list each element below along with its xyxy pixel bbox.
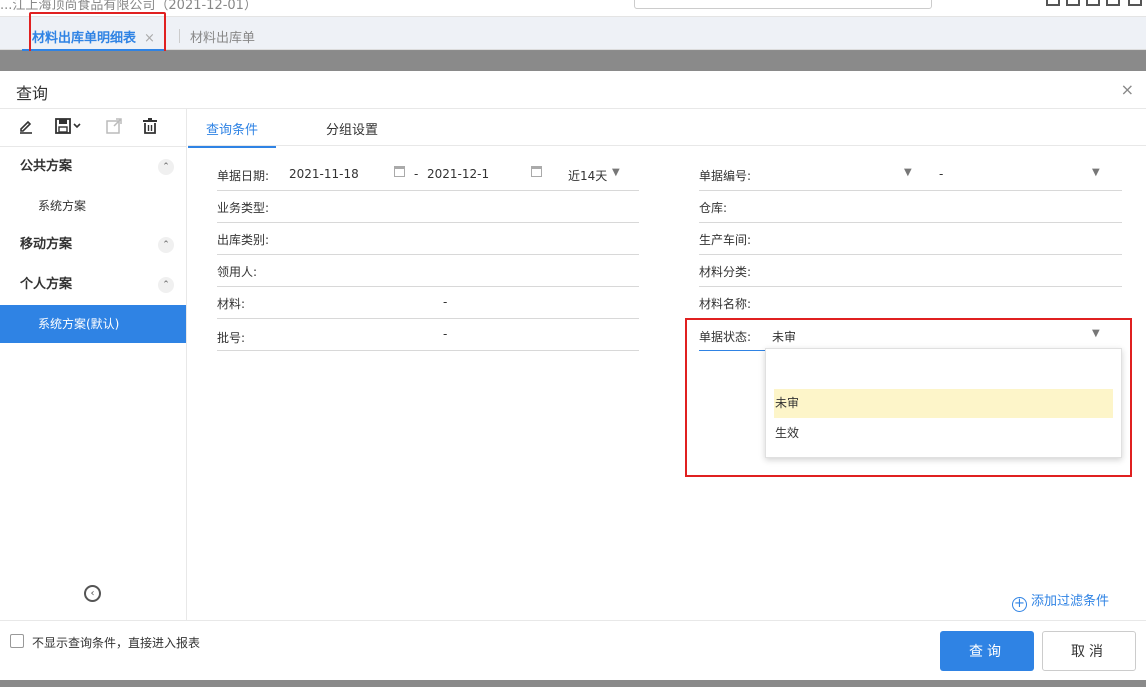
dialog-title: 查询	[16, 84, 49, 103]
dialog-footer: 不显示查询条件，直接进入报表 查询 取消	[0, 620, 1146, 680]
tab-group-settings[interactable]: 分组设置	[326, 119, 378, 138]
skip-conditions-checkbox[interactable]	[10, 634, 24, 648]
save-icon[interactable]	[55, 118, 83, 138]
material-field[interactable]: 材料: -	[217, 287, 639, 319]
doc-no-field: 单据编号: ▼ - ▼	[699, 159, 1122, 191]
share-icon[interactable]	[106, 118, 122, 138]
doc-status-value[interactable]: 未审	[772, 328, 796, 345]
date-preset-select[interactable]: 近14天	[568, 167, 607, 184]
close-icon[interactable]: ×	[144, 31, 155, 46]
dimmed-table	[0, 680, 1146, 687]
query-button[interactable]: 查询	[940, 631, 1034, 671]
field-label: 单据编号:	[699, 169, 752, 183]
group-label: 个人方案	[20, 277, 73, 292]
add-filter-label: 添加过滤条件	[1031, 594, 1110, 609]
dropdown-option-unaudited[interactable]: 未审	[774, 389, 1113, 418]
close-icon[interactable]: ×	[1121, 80, 1134, 99]
field-label: 批号:	[217, 331, 246, 345]
tab-divider	[179, 29, 180, 43]
add-filter-button[interactable]: + 添加过滤条件	[1012, 590, 1109, 612]
group-label: 移动方案	[20, 237, 73, 252]
delete-icon[interactable]	[142, 118, 158, 138]
field-label: 领用人:	[217, 265, 258, 279]
cancel-button[interactable]: 取消	[1042, 631, 1136, 671]
chevron-up-icon[interactable]: ⌃	[158, 159, 174, 175]
edit-icon[interactable]	[18, 118, 34, 138]
range-separator: -	[443, 327, 448, 341]
link-icon[interactable]	[1106, 0, 1120, 6]
field-label: 业务类型:	[217, 201, 270, 215]
chevron-down-icon[interactable]: ▼	[904, 167, 912, 178]
scheme-item-system[interactable]: 系统方案	[0, 187, 186, 225]
doc-status-field[interactable]: 单据状态: 未审 ▼	[699, 319, 1122, 351]
date-from-input[interactable]: 2021-11-18	[289, 167, 359, 181]
scheme-toolbar	[0, 109, 186, 147]
app-header: ...江上海顶尚食品有限公司（2021-12-01）	[0, 0, 1146, 17]
field-label: 生产车间:	[699, 233, 752, 247]
field-label: 仓库:	[699, 201, 728, 215]
range-separator: -	[939, 167, 944, 181]
check-icon[interactable]	[1086, 0, 1100, 6]
date-separator: -	[414, 167, 419, 181]
receiver-field[interactable]: 领用人:	[217, 255, 639, 287]
field-label: 单据状态:	[699, 330, 752, 344]
tab-query-conditions[interactable]: 查询条件	[188, 119, 277, 148]
chevron-up-icon[interactable]: ⌃	[158, 237, 174, 253]
global-search-input[interactable]	[634, 0, 932, 9]
group-label: 公共方案	[20, 159, 73, 174]
dropdown-option-effective[interactable]: 生效	[774, 419, 1113, 448]
tab-material-out-detail[interactable]: 材料出库单明细表 ×	[22, 27, 165, 51]
field-label: 材料分类:	[699, 265, 752, 279]
range-separator: -	[443, 295, 448, 309]
chevron-down-icon[interactable]: ▼	[1092, 167, 1100, 178]
collapse-icon[interactable]: ‹	[84, 585, 101, 602]
condition-tabs: 查询条件 分组设置	[188, 109, 1146, 148]
chevron-down-icon[interactable]: ▼	[612, 167, 620, 178]
scheme-group-mobile[interactable]: 移动方案 ⌃	[0, 225, 186, 265]
company-name: ...江上海顶尚食品有限公司（2021-12-01）	[0, 0, 257, 13]
field-label: 单据日期:	[217, 169, 270, 183]
message-icon[interactable]	[1046, 0, 1060, 6]
scheme-group-personal[interactable]: 个人方案 ⌃	[0, 265, 186, 305]
list-icon[interactable]	[1066, 0, 1080, 6]
out-category-field[interactable]: 出库类别:	[217, 223, 639, 255]
field-label: 出库类别:	[217, 233, 270, 247]
warehouse-field[interactable]: 仓库:	[699, 191, 1122, 223]
checkbox-label: 不显示查询条件，直接进入报表	[32, 636, 201, 650]
scheme-group-public[interactable]: 公共方案 ⌃	[0, 147, 186, 187]
chevron-up-icon[interactable]: ⌃	[158, 277, 174, 293]
field-label: 材料:	[217, 297, 246, 311]
chevron-down-icon[interactable]: ▼	[1092, 328, 1100, 339]
field-label: 材料名称:	[699, 297, 752, 311]
header-toolbar	[936, 0, 1146, 8]
date-to-input[interactable]: 2021-12-1	[427, 167, 489, 181]
calendar-icon[interactable]	[394, 166, 405, 177]
biz-type-field[interactable]: 业务类型:	[217, 191, 639, 223]
doc-date-field: 单据日期: 2021-11-18 - 2021-12-1 近14天 ▼	[217, 159, 639, 191]
workshop-field[interactable]: 生产车间:	[699, 223, 1122, 255]
material-name-field[interactable]: 材料名称:	[699, 287, 1122, 319]
material-category-field[interactable]: 材料分类:	[699, 255, 1122, 287]
dimmed-toolbar	[0, 51, 1146, 71]
query-dialog: 查询 × 公共方案 ⌃ 系统方案 移动方案 ⌃ 个人方案 ⌃ 系统方案(默认) …	[0, 71, 1146, 680]
tab-material-out[interactable]: 材料出库单	[190, 27, 255, 46]
page-tabbar: 材料出库单明细表 × 材料出库单	[0, 17, 1146, 51]
scheme-item-system-default[interactable]: 系统方案(默认)	[0, 305, 186, 343]
plus-circle-icon: +	[1012, 597, 1027, 612]
scheme-panel: 公共方案 ⌃ 系统方案 移动方案 ⌃ 个人方案 ⌃ 系统方案(默认) ‹	[0, 109, 187, 620]
status-dropdown: 未审 生效	[765, 348, 1122, 458]
tab-label: 材料出库单明细表	[32, 31, 137, 46]
calendar-icon[interactable]	[531, 166, 542, 177]
settings-icon[interactable]	[1128, 0, 1142, 6]
dialog-header: 查询 ×	[0, 71, 1146, 109]
batch-field[interactable]: 批号: -	[217, 319, 639, 351]
